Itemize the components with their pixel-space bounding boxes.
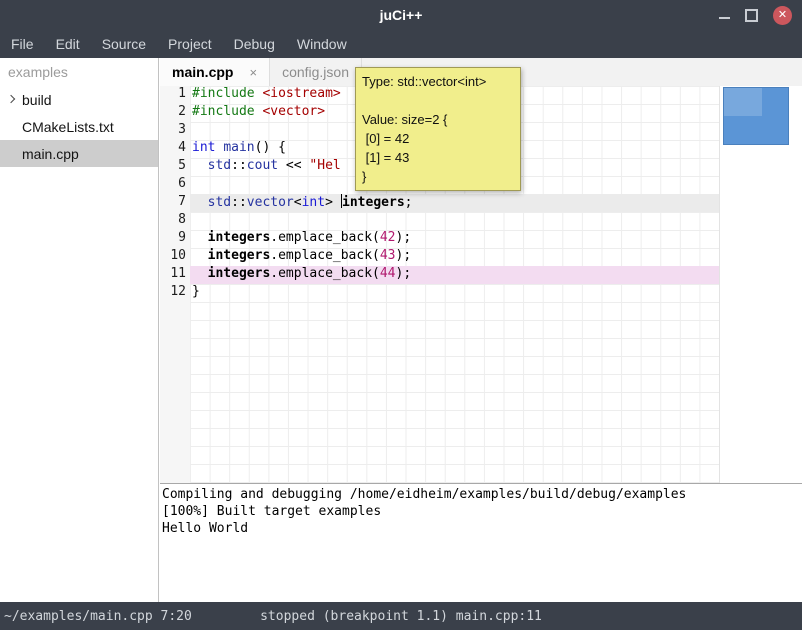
tree-item-label: build	[22, 92, 52, 108]
tree-item-cmakelists-txt[interactable]: CMakeLists.txt	[0, 113, 158, 140]
project-name: examples	[0, 58, 158, 86]
tab-label: config.json	[282, 64, 349, 80]
line-number[interactable]: 1	[160, 86, 186, 104]
line-number[interactable]: 6	[160, 176, 186, 194]
terminal-line: [100%] Built target examples	[162, 504, 800, 521]
line-number[interactable]: 7	[160, 194, 186, 212]
window-controls: ✕	[719, 0, 792, 30]
code-line-11[interactable]: integers.emplace_back(44);	[190, 266, 719, 284]
close-icon[interactable]: ✕	[773, 6, 792, 25]
tree-item-label: main.cpp	[22, 146, 79, 162]
code-line-7[interactable]: std::vector<int> integers;	[190, 194, 719, 212]
tooltip-line: [1] = 43	[362, 148, 514, 167]
line-number[interactable]: 12	[160, 284, 186, 302]
minimize-icon[interactable]	[719, 17, 730, 19]
menu-item-file[interactable]: File	[0, 30, 45, 58]
expander-chevron-icon[interactable]	[7, 95, 15, 103]
tooltip-line: [0] = 42	[362, 129, 514, 148]
gutter: 123456789101112	[160, 86, 190, 483]
tab-close-icon[interactable]: ×	[249, 65, 257, 80]
menu-item-window[interactable]: Window	[286, 30, 358, 58]
menu-bar: FileEditSourceProjectDebugWindow	[0, 30, 802, 58]
line-number[interactable]: 11	[160, 266, 186, 284]
line-number[interactable]: 5	[160, 158, 186, 176]
terminal-line: Compiling and debugging /home/eidheim/ex…	[162, 487, 800, 504]
menu-item-debug[interactable]: Debug	[223, 30, 286, 58]
restore-icon[interactable]	[745, 9, 758, 22]
window-title: juCi++	[380, 7, 423, 23]
tree-item-label: CMakeLists.txt	[22, 119, 114, 135]
tab-label: main.cpp	[172, 64, 233, 80]
tooltip-line: Type: std::vector<int>	[362, 72, 514, 91]
scrollbar-overview-inner	[724, 88, 762, 116]
debug-tooltip: Type: std::vector<int>Value: size=2 { [0…	[355, 67, 521, 191]
status-bar: stopped (breakpoint 1.1) main.cpp:11 ~/e…	[0, 602, 802, 630]
tooltip-line: }	[362, 167, 514, 186]
line-number[interactable]: 2	[160, 104, 186, 122]
sidebar: examples build CMakeLists.txt main.cpp	[0, 58, 159, 602]
line-number[interactable]: 8	[160, 212, 186, 230]
title-bar[interactable]: juCi++ ✕	[0, 0, 802, 30]
tab-main-cpp[interactable]: main.cpp ×	[160, 58, 270, 86]
code-line-9[interactable]: integers.emplace_back(42);	[190, 230, 719, 248]
terminal-output: Compiling and debugging /home/eidheim/ex…	[162, 487, 800, 538]
tooltip-line	[362, 91, 514, 110]
terminal-panel[interactable]: Compiling and debugging /home/eidheim/ex…	[160, 483, 802, 602]
tab-config-json[interactable]: config.json	[270, 58, 362, 86]
line-number[interactable]: 3	[160, 122, 186, 140]
tooltip-line: Value: size=2 {	[362, 110, 514, 129]
tree-item-main-cpp[interactable]: main.cpp	[0, 140, 158, 167]
scrollbar-overview-thumb[interactable]	[723, 87, 789, 145]
file-tree: build CMakeLists.txt main.cpp	[0, 86, 158, 167]
code-line-10[interactable]: integers.emplace_back(43);	[190, 248, 719, 266]
code-line-8[interactable]	[190, 212, 719, 230]
line-number[interactable]: 9	[160, 230, 186, 248]
app-window: juCi++ ✕ FileEditSourceProjectDebugWindo…	[0, 0, 802, 630]
menu-item-project[interactable]: Project	[157, 30, 223, 58]
tree-item-build[interactable]: build	[0, 86, 158, 113]
menu-item-edit[interactable]: Edit	[45, 30, 91, 58]
code-line-12[interactable]: }	[190, 284, 719, 302]
terminal-line: Hello World	[162, 521, 800, 538]
file-position-status: ~/examples/main.cpp 7:20	[0, 609, 192, 624]
line-number[interactable]: 10	[160, 248, 186, 266]
menu-item-source[interactable]: Source	[91, 30, 157, 58]
line-number[interactable]: 4	[160, 140, 186, 158]
